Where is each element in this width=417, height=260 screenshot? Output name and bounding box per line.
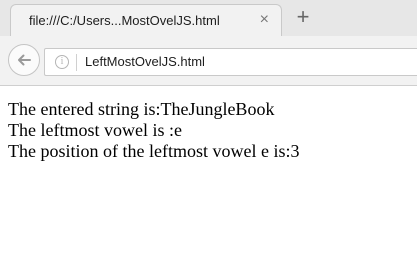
tab-strip: file:///C:/Users...MostOvelJS.html × +	[0, 0, 417, 36]
close-icon[interactable]: ×	[260, 10, 269, 30]
url-divider	[76, 54, 77, 71]
tab-active[interactable]: file:///C:/Users...MostOvelJS.html ×	[10, 4, 282, 36]
tab-title: file:///C:/Users...MostOvelJS.html	[29, 13, 220, 28]
new-tab-button[interactable]: +	[290, 4, 316, 30]
back-arrow-icon	[18, 54, 31, 66]
browser-window: file:///C:/Users...MostOvelJS.html × + i…	[0, 0, 417, 260]
toolbar: i LeftMostOvelJS.html	[0, 36, 417, 86]
address-bar[interactable]: i LeftMostOvelJS.html	[44, 48, 417, 76]
output-line-position: The position of the leftmost vowel e is:…	[8, 141, 300, 161]
output-line-string: The entered string is:TheJungleBook	[8, 99, 275, 119]
info-icon[interactable]: i	[55, 55, 69, 69]
url-text[interactable]: LeftMostOvelJS.html	[85, 54, 205, 69]
page-content: The entered string is:TheJungleBook The …	[8, 99, 299, 162]
output-line-vowel: The leftmost vowel is :e	[8, 120, 182, 140]
back-button[interactable]	[8, 44, 40, 76]
